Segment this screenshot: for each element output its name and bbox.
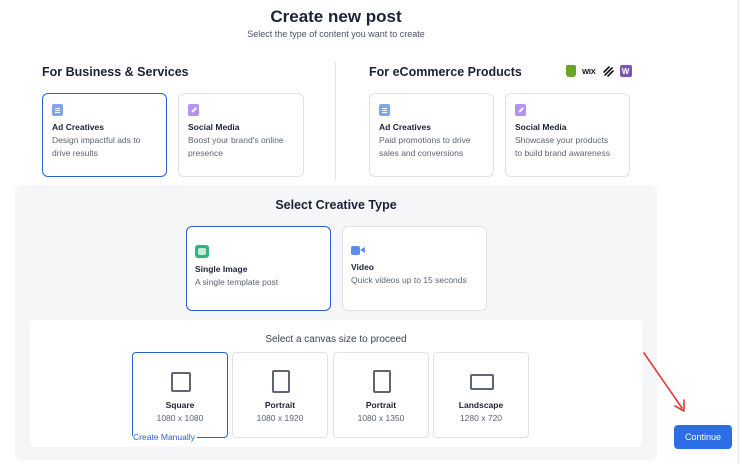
- page-subtitle: Select the type of content you want to c…: [247, 29, 425, 39]
- business-section-heading: For Business & Services: [42, 65, 189, 79]
- card-description: Paid promotions to drive sales and conve…: [379, 135, 471, 158]
- shopify-logo-icon: [566, 65, 576, 77]
- canvas-size-landscape[interactable]: Landscape 1280 x 720: [433, 352, 529, 438]
- creative-type-heading: Select Creative Type: [275, 198, 397, 212]
- ecommerce-platform-logos: WIX W: [566, 65, 632, 77]
- ecommerce-social-media-card[interactable]: Social Media Showcase your products to b…: [505, 93, 630, 177]
- business-ad-creatives-card[interactable]: Ad Creatives Design impactful ads to dri…: [42, 93, 167, 177]
- canvas-size-title: Portrait: [264, 400, 296, 410]
- single-image-option[interactable]: Single Image A single template post: [186, 226, 331, 311]
- window-edge: [738, 0, 739, 464]
- canvas-size-dimensions: 1080 x 1350: [357, 413, 405, 423]
- create-manually-link[interactable]: Create Manually: [133, 432, 197, 443]
- document-icon: [52, 104, 63, 116]
- card-title: Social Media: [515, 122, 567, 132]
- option-description: Quick videos up to 15 seconds: [351, 275, 467, 285]
- canvas-size-dimensions: 1280 x 720: [459, 413, 503, 423]
- continue-button[interactable]: Continue: [674, 425, 732, 449]
- business-social-media-card[interactable]: Social Media Boost your brand's online p…: [178, 93, 304, 177]
- ecommerce-section-heading: For eCommerce Products: [369, 65, 522, 79]
- ecommerce-ad-creatives-card[interactable]: Ad Creatives Paid promotions to drive sa…: [369, 93, 494, 177]
- canvas-size-title: Portrait: [365, 400, 397, 410]
- wix-logo-icon: WIX: [582, 66, 596, 76]
- card-description: Boost your brand's online presence: [188, 135, 284, 158]
- card-title: Ad Creatives: [379, 122, 431, 132]
- canvas-size-portrait-4-5[interactable]: Portrait 1080 x 1350: [333, 352, 429, 438]
- image-icon: [195, 245, 209, 258]
- option-title: Video: [351, 262, 374, 272]
- card-description: Showcase your products to build brand aw…: [515, 135, 610, 158]
- option-description: A single template post: [195, 277, 279, 287]
- card-description: Design impactful ads to drive results: [52, 135, 141, 158]
- squarespace-logo-icon: [602, 66, 614, 77]
- canvas-size-title: Landscape: [458, 400, 504, 410]
- woocommerce-logo-icon: W: [619, 65, 632, 77]
- canvas-size-dimensions: 1080 x 1080: [156, 413, 204, 423]
- landscape-shape-icon: [470, 374, 494, 390]
- portrait-shape-icon: [272, 370, 290, 393]
- card-title: Ad Creatives: [52, 122, 104, 132]
- canvas-size-title: Square: [165, 400, 195, 410]
- canvas-size-square[interactable]: Square 1080 x 1080: [132, 352, 228, 438]
- pen-icon: [515, 104, 526, 116]
- page-title: Create new post: [270, 7, 402, 26]
- video-option[interactable]: Video Quick videos up to 15 seconds: [342, 226, 487, 311]
- section-divider: [335, 62, 336, 180]
- card-title: Social Media: [188, 122, 240, 132]
- canvas-size-dimensions: 1080 x 1920: [256, 413, 304, 423]
- document-icon: [379, 104, 390, 116]
- red-arrow-annotation-icon: [643, 352, 685, 412]
- portrait-shape-icon: [373, 370, 391, 393]
- pen-icon: [188, 104, 199, 116]
- square-shape-icon: [171, 372, 191, 392]
- video-icon: [351, 245, 365, 256]
- canvas-size-portrait-9-16[interactable]: Portrait 1080 x 1920: [232, 352, 328, 438]
- option-title: Single Image: [195, 264, 248, 274]
- canvas-size-prompt: Select a canvas size to proceed: [265, 334, 407, 345]
